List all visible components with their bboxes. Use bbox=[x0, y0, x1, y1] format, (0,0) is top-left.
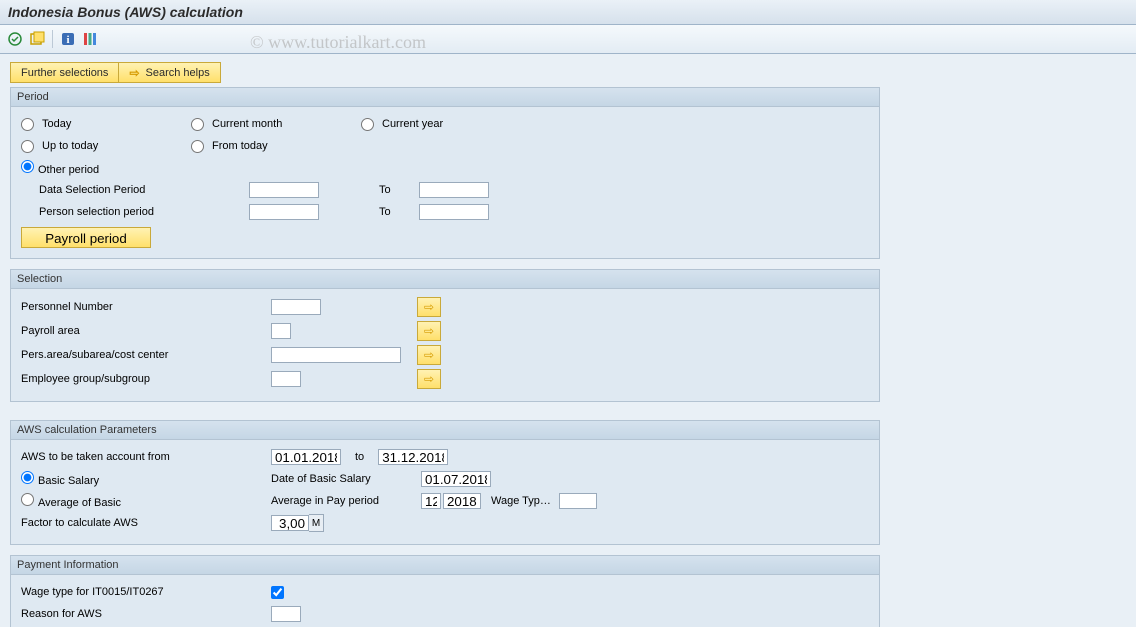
average-pay-period-label: Average in Pay period bbox=[271, 495, 421, 507]
toolbar-separator bbox=[52, 30, 53, 48]
selection-group-title: Selection bbox=[11, 270, 879, 289]
page-title: Indonesia Bonus (AWS) calculation bbox=[0, 0, 1136, 25]
search-helps-button[interactable]: ⇨ Search helps bbox=[118, 62, 220, 83]
aws-to-label: to bbox=[355, 451, 364, 463]
payroll-area-multi-button[interactable]: ⇨ bbox=[417, 321, 441, 341]
person-selection-from-input[interactable] bbox=[249, 204, 319, 220]
radio-other-period-label: Other period bbox=[38, 164, 99, 176]
employee-group-multi-button[interactable]: ⇨ bbox=[417, 369, 441, 389]
personnel-number-multi-button[interactable]: ⇨ bbox=[417, 297, 441, 317]
execute-icon[interactable] bbox=[6, 30, 24, 48]
radio-average-basic-label: Average of Basic bbox=[38, 497, 121, 509]
arrow-right-icon: ⇨ bbox=[424, 348, 434, 362]
data-selection-from-input[interactable] bbox=[249, 182, 319, 198]
radio-from-today-label: From today bbox=[212, 140, 268, 152]
date-basic-salary-label: Date of Basic Salary bbox=[271, 473, 421, 485]
search-helps-label: Search helps bbox=[146, 67, 210, 79]
further-selections-button[interactable]: Further selections bbox=[10, 62, 118, 83]
wage-typ-label: Wage Typ… bbox=[491, 495, 551, 507]
to-label-1: To bbox=[379, 184, 419, 196]
layout-icon[interactable] bbox=[81, 30, 99, 48]
app-toolbar: i bbox=[0, 25, 1136, 54]
arrow-right-icon: ⇨ bbox=[424, 324, 434, 338]
radio-today-label: Today bbox=[42, 118, 71, 130]
aws-group-title: AWS calculation Parameters bbox=[11, 421, 879, 440]
pers-area-label: Pers.area/subarea/cost center bbox=[21, 349, 271, 361]
further-selections-label: Further selections bbox=[21, 67, 108, 79]
personnel-number-label: Personnel Number bbox=[21, 301, 271, 313]
personnel-number-input[interactable] bbox=[271, 299, 321, 315]
payroll-period-button[interactable]: Payroll period bbox=[21, 227, 151, 248]
payroll-area-input[interactable] bbox=[271, 323, 291, 339]
radio-current-year[interactable]: Current year bbox=[361, 118, 531, 131]
period-group-title: Period bbox=[11, 88, 879, 107]
person-selection-to-input[interactable] bbox=[419, 204, 489, 220]
data-selection-to-input[interactable] bbox=[419, 182, 489, 198]
radio-basic-salary-label: Basic Salary bbox=[38, 475, 99, 487]
aws-taken-account-label: AWS to be taken account from bbox=[21, 451, 271, 463]
to-label-2: To bbox=[379, 206, 419, 218]
avg-month-input[interactable] bbox=[421, 493, 441, 509]
data-selection-period-label: Data Selection Period bbox=[39, 184, 249, 196]
radio-today[interactable]: Today bbox=[21, 118, 191, 131]
radio-current-year-label: Current year bbox=[382, 118, 443, 130]
info-icon[interactable]: i bbox=[59, 30, 77, 48]
radio-basic-salary[interactable]: Basic Salary bbox=[21, 471, 271, 487]
radio-up-to-today-label: Up to today bbox=[42, 140, 98, 152]
payment-group: Payment Information Wage type for IT0015… bbox=[10, 555, 880, 627]
arrow-right-icon: ⇨ bbox=[424, 372, 434, 386]
avg-year-input[interactable] bbox=[443, 493, 481, 509]
radio-up-to-today[interactable]: Up to today bbox=[21, 140, 191, 153]
date-basic-salary-input[interactable] bbox=[421, 471, 491, 487]
arrow-right-icon: ⇨ bbox=[129, 66, 139, 80]
factor-input[interactable] bbox=[271, 515, 309, 531]
reason-input[interactable] bbox=[271, 606, 301, 622]
svg-text:i: i bbox=[66, 34, 69, 46]
factor-unit: M bbox=[309, 514, 324, 532]
pers-area-input[interactable] bbox=[271, 347, 401, 363]
employee-group-input[interactable] bbox=[271, 371, 301, 387]
person-selection-period-label: Person selection period bbox=[39, 206, 249, 218]
selection-group: Selection Personnel Number ⇨ Payroll are… bbox=[10, 269, 880, 402]
radio-other-period[interactable]: Other period bbox=[21, 160, 191, 176]
factor-label: Factor to calculate AWS bbox=[21, 517, 271, 529]
radio-current-month[interactable]: Current month bbox=[191, 118, 361, 131]
variant-icon[interactable] bbox=[28, 30, 46, 48]
payroll-area-label: Payroll area bbox=[21, 325, 271, 337]
aws-from-date-input[interactable] bbox=[271, 449, 341, 465]
wage-typ-input[interactable] bbox=[559, 493, 597, 509]
period-group: Period Today Current month Current year … bbox=[10, 87, 880, 259]
employee-group-label: Employee group/subgroup bbox=[21, 373, 271, 385]
reason-label: Reason for AWS bbox=[21, 608, 271, 620]
radio-average-basic[interactable]: Average of Basic bbox=[21, 493, 271, 509]
wage-type-checkbox[interactable] bbox=[271, 586, 284, 599]
arrow-right-icon: ⇨ bbox=[424, 300, 434, 314]
selection-buttons-row: Further selections ⇨ Search helps bbox=[10, 62, 880, 83]
aws-group: AWS calculation Parameters AWS to be tak… bbox=[10, 420, 880, 545]
aws-to-date-input[interactable] bbox=[378, 449, 448, 465]
payment-group-title: Payment Information bbox=[11, 556, 879, 575]
radio-from-today[interactable]: From today bbox=[191, 140, 361, 153]
radio-current-month-label: Current month bbox=[212, 118, 282, 130]
pers-area-multi-button[interactable]: ⇨ bbox=[417, 345, 441, 365]
wage-type-label: Wage type for IT0015/IT0267 bbox=[21, 586, 271, 598]
